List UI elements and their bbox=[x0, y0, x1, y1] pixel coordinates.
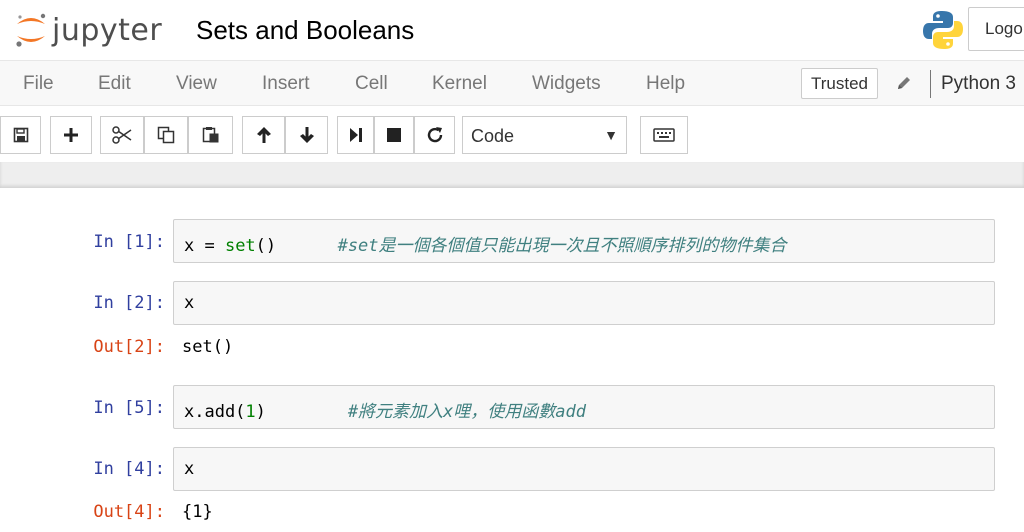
code-text: x.add(1) #將元素加入x哩，使用函數add bbox=[184, 402, 586, 422]
code-text: x bbox=[184, 459, 195, 479]
stop-icon bbox=[387, 128, 401, 142]
pencil-icon[interactable] bbox=[895, 74, 913, 97]
move-up-button[interactable] bbox=[242, 116, 285, 154]
code-input[interactable]: x bbox=[173, 447, 995, 491]
menubar: File Edit View Insert Cell Kernel Widget… bbox=[0, 60, 1024, 106]
kernel-separator bbox=[930, 70, 931, 98]
menu-file[interactable]: File bbox=[23, 73, 54, 95]
jupyter-orbit-icon bbox=[16, 13, 46, 47]
input-prompt: In [2]: bbox=[93, 293, 165, 313]
output-prompt: Out[2]: bbox=[93, 337, 165, 357]
paste-icon bbox=[202, 127, 218, 143]
header-shadow-divider bbox=[0, 162, 1024, 188]
code-text: x = set() #set是一個各個值只能出現一次且不照順序排列的物件集合 bbox=[184, 236, 787, 256]
paste-button[interactable] bbox=[188, 116, 233, 154]
insert-cell-button[interactable] bbox=[50, 116, 92, 154]
code-input[interactable]: x bbox=[173, 281, 995, 325]
python-logo-icon bbox=[922, 9, 964, 56]
interrupt-button[interactable] bbox=[374, 116, 414, 154]
plus-icon bbox=[64, 128, 78, 142]
copy-icon bbox=[157, 126, 175, 144]
notebook-title[interactable]: Sets and Booleans bbox=[196, 15, 414, 46]
toolbar: Code ▼ bbox=[0, 106, 1024, 162]
notebook-container: In [1]: x = set() #set是一個各個值只能出現一次且不照順序排… bbox=[0, 188, 1024, 532]
scissors-icon bbox=[112, 126, 132, 144]
cut-button[interactable] bbox=[100, 116, 144, 154]
menu-edit[interactable]: Edit bbox=[98, 73, 131, 95]
cell-type-value: Code bbox=[471, 126, 515, 146]
menu-cell[interactable]: Cell bbox=[355, 73, 388, 95]
command-palette-button[interactable] bbox=[640, 116, 688, 154]
menu-insert[interactable]: Insert bbox=[262, 73, 310, 95]
code-comment: #將元素加入x哩，使用函數add bbox=[347, 402, 586, 422]
menu-help[interactable]: Help bbox=[646, 73, 685, 95]
code-text: x bbox=[184, 293, 195, 313]
caret-down-icon: ▼ bbox=[604, 127, 618, 143]
code-input[interactable]: x.add(1) #將元素加入x哩，使用函數add bbox=[173, 385, 995, 429]
menu-widgets[interactable]: Widgets bbox=[532, 73, 601, 95]
code-comment: #set是一個各個值只能出現一次且不照順序排列的物件集合 bbox=[337, 236, 787, 256]
copy-button[interactable] bbox=[144, 116, 188, 154]
menu-kernel[interactable]: Kernel bbox=[432, 73, 487, 95]
jupyter-wordmark: jupyter bbox=[52, 13, 163, 48]
output-text: {1} bbox=[182, 502, 213, 522]
output-prompt: Out[4]: bbox=[93, 502, 165, 522]
menu-view[interactable]: View bbox=[176, 73, 217, 95]
logout-button[interactable]: Logo bbox=[968, 7, 1024, 51]
restart-button[interactable] bbox=[414, 116, 455, 154]
input-prompt: In [5]: bbox=[93, 398, 165, 418]
trusted-indicator[interactable]: Trusted bbox=[801, 68, 878, 99]
input-prompt: In [4]: bbox=[93, 459, 165, 479]
save-button[interactable] bbox=[0, 116, 41, 154]
arrow-up-icon bbox=[256, 127, 271, 143]
output-text: set() bbox=[182, 337, 234, 357]
restart-icon bbox=[427, 127, 442, 143]
cell-type-select[interactable]: Code ▼ bbox=[462, 116, 627, 154]
move-down-button[interactable] bbox=[285, 116, 328, 154]
kernel-name[interactable]: Python 3 bbox=[941, 73, 1016, 95]
step-forward-icon bbox=[349, 128, 362, 142]
save-icon bbox=[13, 127, 28, 143]
header: jupyter Sets and Booleans Logo bbox=[0, 0, 1024, 60]
arrow-down-icon bbox=[299, 127, 314, 143]
code-input[interactable]: x = set() #set是一個各個值只能出現一次且不照順序排列的物件集合 bbox=[173, 219, 995, 263]
input-prompt: In [1]: bbox=[93, 232, 165, 252]
run-button[interactable] bbox=[337, 116, 374, 154]
keyboard-icon bbox=[653, 128, 675, 142]
